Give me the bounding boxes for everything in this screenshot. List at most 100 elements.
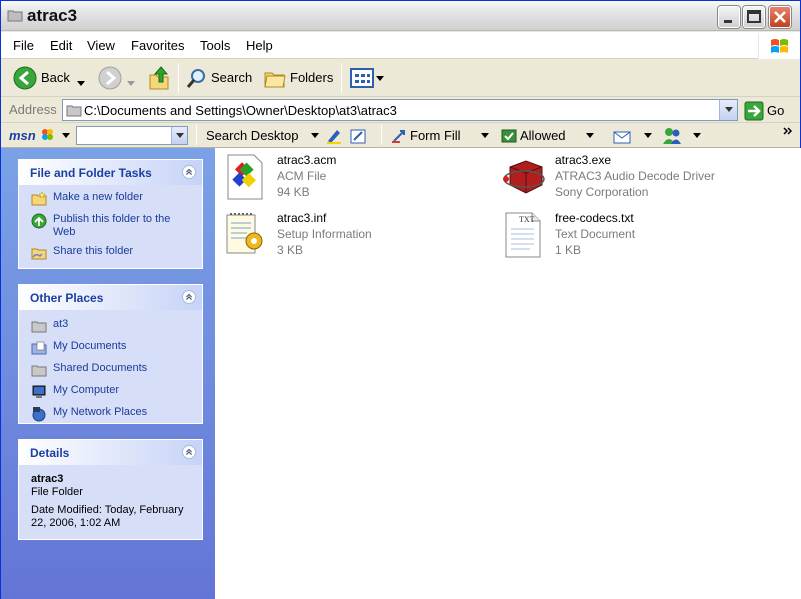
menu-file[interactable]: File (13, 38, 34, 53)
search-desktop-dropdown-icon[interactable] (311, 133, 319, 139)
views-dropdown-icon (376, 76, 384, 81)
maximize-icon (747, 10, 761, 23)
menu-tools[interactable]: Tools (200, 38, 230, 53)
forward-arrow-icon[interactable] (98, 66, 122, 90)
place-label: Shared Documents (53, 362, 148, 374)
file-type: Setup Information (277, 227, 372, 241)
toolbar-separator (196, 125, 197, 145)
panel-title: File and Folder Tasks (30, 166, 152, 180)
file-view[interactable]: atrac3.acm ACM File 94 KB atrac3.exe ATR… (215, 148, 801, 599)
msn-search-input[interactable] (76, 126, 188, 145)
menu-favorites[interactable]: Favorites (131, 38, 184, 53)
views-button[interactable] (348, 65, 384, 91)
allowed-dropdown-icon[interactable] (586, 133, 594, 139)
back-button[interactable]: Back (11, 63, 76, 93)
address-dropdown-button[interactable] (719, 100, 737, 120)
file-item[interactable]: atrac3.acm ACM File 94 KB (222, 153, 492, 203)
collapse-chevron-icon[interactable] (182, 165, 196, 179)
task-label: Publish this folder to the Web (53, 213, 171, 238)
mail-dropdown-icon[interactable] (644, 133, 652, 139)
maximize-button[interactable] (743, 6, 765, 28)
highlight-pen-icon[interactable] (325, 127, 343, 145)
collapse-chevron-icon[interactable] (182, 290, 196, 304)
share-folder-task[interactable]: Share this folder (31, 245, 192, 261)
place-my-documents[interactable]: My Documents (31, 340, 192, 356)
msn-search-dropdown[interactable] (171, 127, 187, 144)
explorer-window: atrac3 File Edit View Favorites Tools He… (0, 0, 801, 599)
place-at3[interactable]: at3 (31, 318, 192, 334)
folder-icon (31, 321, 47, 333)
file-name: atrac3.acm (277, 153, 337, 167)
panel-header[interactable]: File and Folder Tasks (19, 160, 202, 185)
chevron-more-icon[interactable] (783, 127, 793, 137)
place-label: My Network Places (53, 406, 148, 418)
minimize-button[interactable] (718, 6, 740, 28)
folders-button[interactable]: Folders (262, 63, 336, 93)
standard-toolbar: Back Search Folders (1, 59, 800, 97)
search-button[interactable]: Search (184, 63, 256, 93)
go-label: Go (767, 103, 785, 118)
file-size: 94 KB (277, 185, 310, 199)
file-type: ATRAC3 Audio Decode Driver (555, 169, 715, 183)
go-button[interactable]: Go (744, 101, 794, 121)
messenger-buddies-icon[interactable] (661, 126, 683, 146)
place-my-computer[interactable]: My Computer (31, 384, 192, 400)
file-item[interactable]: atrac3.inf Setup Information 3 KB (222, 211, 492, 261)
file-size: 3 KB (277, 243, 304, 257)
minimize-icon (724, 20, 732, 23)
svg-text:TXT: TXT (519, 215, 535, 224)
place-shared-documents[interactable]: Shared Documents (31, 362, 192, 378)
svg-text:msn: msn (9, 128, 36, 143)
address-input[interactable]: C:\Documents and Settings\Owner\Desktop\… (62, 99, 738, 121)
views-grid-icon (350, 68, 374, 88)
other-places-panel: Other Places at3 My Documents Shared Doc… (18, 284, 203, 424)
text-document-icon: TXT (505, 212, 541, 258)
toolbar-separator (341, 63, 342, 93)
collapse-chevron-icon[interactable] (182, 445, 196, 459)
go-arrow-icon (744, 101, 764, 121)
menu-bar: File Edit View Favorites Tools Help (1, 32, 800, 59)
mail-icon[interactable] (613, 127, 633, 145)
msn-dropdown-icon[interactable] (62, 133, 70, 139)
network-places-icon (32, 407, 46, 422)
chevron-down-icon (725, 107, 733, 112)
folder-icon (66, 105, 82, 117)
place-label: at3 (53, 318, 69, 330)
menu-view[interactable]: View (87, 38, 115, 53)
new-folder-icon (31, 191, 47, 206)
panel-header[interactable]: Details (19, 440, 202, 465)
folder-icon (7, 10, 23, 22)
msn-logo[interactable]: msn (7, 126, 55, 144)
form-fill-dropdown-icon[interactable] (481, 133, 489, 139)
panel-header[interactable]: Other Places (19, 285, 202, 310)
my-computer-icon (32, 385, 46, 398)
place-label: My Computer (53, 384, 120, 396)
back-dropdown-icon[interactable] (77, 81, 85, 87)
details-name: atrac3 (31, 473, 64, 485)
make-new-folder-task[interactable]: Make a new folder (31, 191, 192, 207)
edit-note-icon[interactable] (349, 127, 367, 145)
place-my-network-places[interactable]: My Network Places (31, 406, 192, 422)
task-pane: File and Folder Tasks Make a new folder … (1, 148, 215, 599)
publish-folder-task[interactable]: Publish this folder to the Web (31, 213, 192, 239)
panel-title: Other Places (30, 291, 104, 305)
setup-info-icon (226, 213, 263, 254)
search-label: Search (211, 70, 253, 85)
file-item[interactable]: TXT free-codecs.txt Text Document 1 KB (500, 211, 770, 261)
messenger-dropdown-icon[interactable] (693, 133, 701, 139)
title-bar[interactable]: atrac3 (1, 1, 800, 31)
search-magnifier-icon (186, 69, 205, 88)
address-bar: Address C:\Documents and Settings\Owner\… (1, 97, 800, 123)
close-button[interactable] (769, 6, 791, 28)
toolbar-separator (381, 125, 382, 145)
up-folder-icon[interactable] (147, 65, 171, 91)
windows-flag-icon (771, 39, 788, 53)
exe-box-icon (503, 160, 545, 194)
menu-edit[interactable]: Edit (50, 38, 72, 53)
search-desktop-button[interactable]: Search Desktop (206, 128, 299, 143)
menu-help[interactable]: Help (246, 38, 273, 53)
form-fill-button[interactable]: Form Fill (410, 128, 461, 143)
file-item[interactable]: atrac3.exe ATRAC3 Audio Decode Driver So… (500, 153, 800, 203)
forward-dropdown-icon[interactable] (127, 81, 135, 87)
allowed-button[interactable]: Allowed (520, 128, 566, 143)
